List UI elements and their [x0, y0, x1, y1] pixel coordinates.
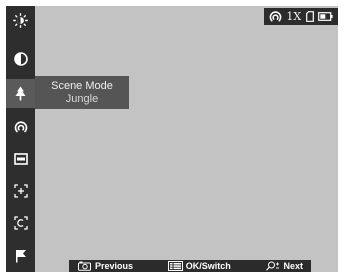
reticle-icon [13, 183, 28, 198]
contrast-icon [13, 51, 28, 66]
menu-item-flag-marker[interactable] [6, 241, 35, 270]
menu-item-calibration[interactable] [6, 208, 35, 237]
hint-bar: Previous OK/Switch Next [69, 260, 311, 272]
menu-item-brightness[interactable] [6, 6, 35, 35]
battery-icon [317, 12, 333, 21]
menu-item-contrast[interactable] [6, 44, 35, 73]
menu-item-wifi-hotspot[interactable] [6, 112, 35, 141]
menu-item-display[interactable] [6, 144, 35, 173]
flag-icon [16, 249, 26, 262]
popup-title: Scene Mode [51, 79, 113, 92]
popup-value: Jungle [65, 92, 99, 105]
sd-card-icon [305, 11, 314, 22]
viewfinder-frame: Scene Mode Jungle 1X Previous OK/Switch … [6, 6, 338, 272]
hint-ok-label: OK/Switch [185, 261, 231, 271]
camera-button-icon [78, 261, 91, 271]
tree-icon [15, 86, 26, 101]
hint-next: Next [265, 261, 303, 271]
display-icon [13, 152, 28, 165]
brightness-icon [13, 13, 28, 28]
menu-item-scene-mode[interactable] [6, 79, 35, 108]
zoom-button-icon [266, 261, 280, 271]
menu-item-reticle-zero[interactable] [6, 176, 35, 205]
scene-mode-popup: Scene Mode Jungle [35, 76, 129, 109]
menu-button-icon [167, 261, 183, 271]
hotspot-icon [14, 120, 27, 132]
sidebar-menu [6, 6, 35, 272]
hint-previous: Previous [77, 261, 133, 271]
zoom-level: 1X [286, 10, 302, 23]
hint-next-label: Next [283, 261, 303, 271]
calibration-icon [13, 215, 28, 230]
status-bar: 1X [264, 8, 338, 25]
hotspot-icon [269, 11, 282, 22]
hint-ok: OK/Switch [167, 261, 231, 271]
hint-previous-label: Previous [95, 261, 134, 271]
